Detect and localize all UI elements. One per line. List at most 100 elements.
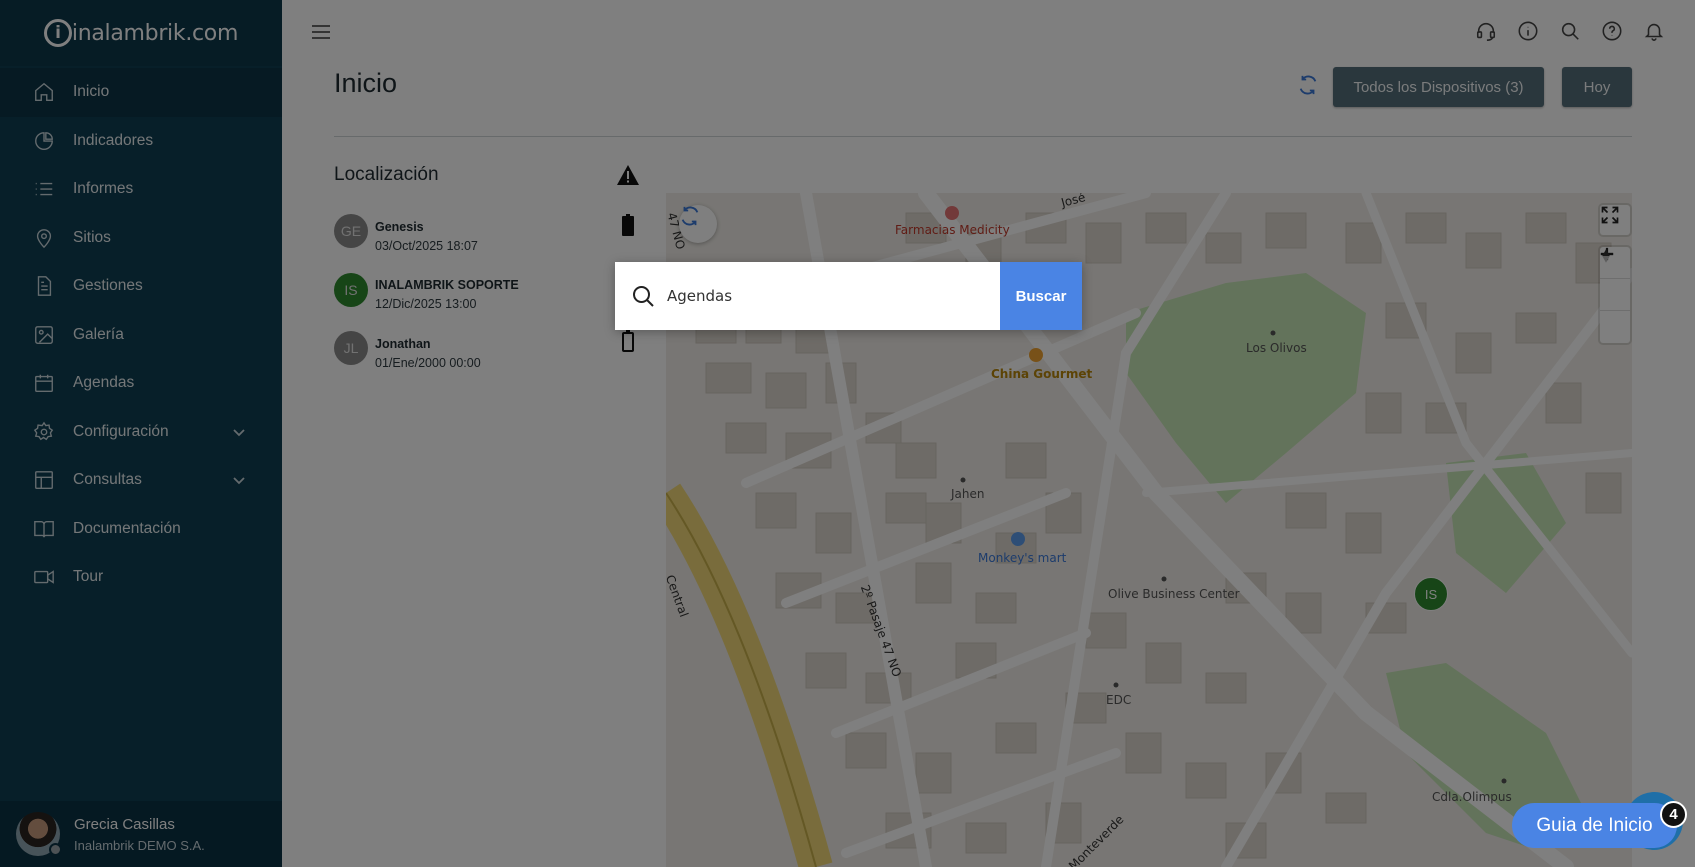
device-date: 03/Oct/2025 18:07 — [375, 238, 478, 253]
document-icon — [32, 274, 56, 298]
map-label: China Gourmet — [991, 367, 1093, 381]
sidebar-item-indicadores[interactable]: Indicadores — [0, 117, 282, 166]
logo[interactable]: i inalambrik.com — [43, 19, 239, 47]
headset-icon[interactable] — [1475, 20, 1497, 42]
sidebar-item-configuracion[interactable]: Configuración — [0, 408, 282, 457]
sidebar-item-label: Agendas — [73, 374, 135, 392]
sidebar-item-tour[interactable]: Tour — [0, 553, 282, 602]
battery-empty-icon — [622, 330, 634, 352]
map-label: Farmacias Medicity — [895, 223, 1010, 237]
image-icon — [32, 323, 56, 347]
search-icon — [631, 284, 655, 308]
location-pin-icon — [32, 226, 56, 250]
device-name: Genesis — [375, 219, 424, 234]
device-date: 12/Dic/2025 13:00 — [375, 297, 477, 312]
list-item[interactable]: JL Jonathan 01/Ene/2000 00:00 — [334, 324, 634, 383]
map-label: Monkey's mart — [978, 551, 1067, 565]
home-icon — [32, 80, 56, 104]
refresh-icon[interactable] — [1297, 74, 1319, 96]
sidebar-item-label: Consultas — [73, 471, 142, 489]
list-item[interactable]: GE Genesis 03/Oct/2025 18:07 — [334, 207, 634, 266]
location-title: Localización — [334, 164, 439, 185]
refresh-icon — [681, 206, 699, 226]
map-label: EDC — [1106, 693, 1132, 707]
map-label: Los Olivos — [1246, 341, 1307, 355]
logo-text: inalambrik.com — [71, 20, 239, 46]
gear-icon — [32, 420, 56, 444]
search-icon[interactable] — [1559, 20, 1581, 42]
main-content: Inicio Todos los Dispositivos (3) Hoy Lo… — [282, 0, 1695, 867]
status-dot — [49, 843, 62, 856]
sidebar-item-gestiones[interactable]: Gestiones — [0, 262, 282, 311]
avatar — [16, 812, 62, 856]
chevron-down-icon — [232, 473, 246, 487]
fullscreen-icon — [1601, 206, 1619, 224]
search-dialog: Buscar — [615, 262, 1082, 330]
sidebar-item-label: Configuración — [73, 422, 169, 440]
sidebar-item-sitios[interactable]: Sitios — [0, 214, 282, 263]
search-input[interactable] — [667, 276, 997, 316]
device-date: 01/Ene/2000 00:00 — [375, 355, 481, 370]
video-icon — [32, 565, 56, 589]
sidebar-item-inicio[interactable]: Inicio — [0, 68, 282, 117]
divider — [334, 136, 1632, 137]
map-label: Cdla.Olimpus — [1432, 790, 1512, 804]
sidebar-item-label: Inicio — [73, 83, 110, 101]
guide-badge: 4 — [1660, 801, 1687, 828]
avatar: IS — [334, 272, 368, 307]
fullscreen-button[interactable] — [1600, 205, 1630, 235]
user-company: Inalambrik DEMO S.A. — [74, 837, 205, 853]
map-label: Jahen — [951, 487, 985, 501]
sidebar-item-label: Galería — [73, 325, 124, 343]
sidebar-item-galeria[interactable]: Galería — [0, 311, 282, 360]
sidebar-item-documentacion[interactable]: Documentación — [0, 505, 282, 554]
sidebar-item-label: Informes — [73, 180, 134, 198]
sidebar-item-informes[interactable]: Informes — [0, 165, 282, 214]
list-icon — [32, 177, 56, 201]
sidebar: i inalambrik.com Inicio Indicadores Info… — [0, 0, 282, 867]
map-refresh-button[interactable] — [679, 205, 717, 243]
zoom-out-button[interactable] — [1600, 252, 1630, 311]
zoom-controls — [1600, 247, 1630, 343]
guide-button[interactable]: Guia de Inicio — [1512, 803, 1677, 848]
map-label: Olive Business Center — [1108, 587, 1240, 601]
calendar-icon — [32, 371, 56, 395]
sidebar-item-label: Tour — [73, 568, 104, 586]
sidebar-item-label: Documentación — [73, 519, 181, 537]
sidebar-item-label: Sitios — [73, 228, 111, 246]
chevron-down-icon — [232, 425, 246, 439]
menu-icon[interactable] — [310, 22, 332, 42]
top-bar — [282, 0, 1695, 64]
page-title: Inicio — [334, 68, 398, 98]
sidebar-item-label: Indicadores — [73, 131, 154, 149]
sidebar-item-agendas[interactable]: Agendas — [0, 359, 282, 408]
compass-icon — [1602, 249, 1610, 263]
list-item[interactable]: IS INALAMBRIK SOPORTE 12/Dic/2025 13:00 — [334, 266, 634, 325]
info-icon[interactable] — [1517, 20, 1539, 42]
user-name: Grecia Casillas — [74, 815, 175, 833]
avatar: JL — [334, 331, 368, 366]
date-filter-button[interactable]: Hoy — [1562, 67, 1632, 107]
device-name: Jonathan — [375, 336, 431, 351]
search-button[interactable]: Buscar — [1000, 262, 1082, 330]
sidebar-item-consultas[interactable]: Consultas — [0, 456, 282, 505]
logo-bar: i inalambrik.com — [0, 0, 282, 66]
device-name: INALAMBRIK SOPORTE — [375, 278, 519, 293]
battery-full-icon — [622, 214, 634, 236]
warning-icon — [616, 164, 640, 186]
sidebar-item-label: Gestiones — [73, 277, 143, 295]
map-marker[interactable]: IS — [1414, 577, 1448, 611]
avatar: GE — [334, 214, 368, 249]
devices-filter-button[interactable]: Todos los Dispositivos (3) — [1333, 67, 1544, 107]
user-profile[interactable]: Grecia Casillas Inalambrik DEMO S.A. — [0, 801, 282, 867]
bell-icon[interactable] — [1643, 20, 1665, 42]
top-icons — [1475, 20, 1665, 42]
compass-button[interactable] — [1600, 249, 1630, 343]
pie-chart-icon — [32, 129, 56, 153]
help-icon[interactable] — [1601, 20, 1623, 42]
table-icon — [32, 468, 56, 492]
device-list: GE Genesis 03/Oct/2025 18:07 IS INALAMBR… — [334, 207, 634, 383]
book-icon — [32, 517, 56, 541]
sidebar-nav: Inicio Indicadores Informes Sitios Gesti… — [0, 68, 282, 602]
logo-mark: i — [43, 19, 72, 47]
